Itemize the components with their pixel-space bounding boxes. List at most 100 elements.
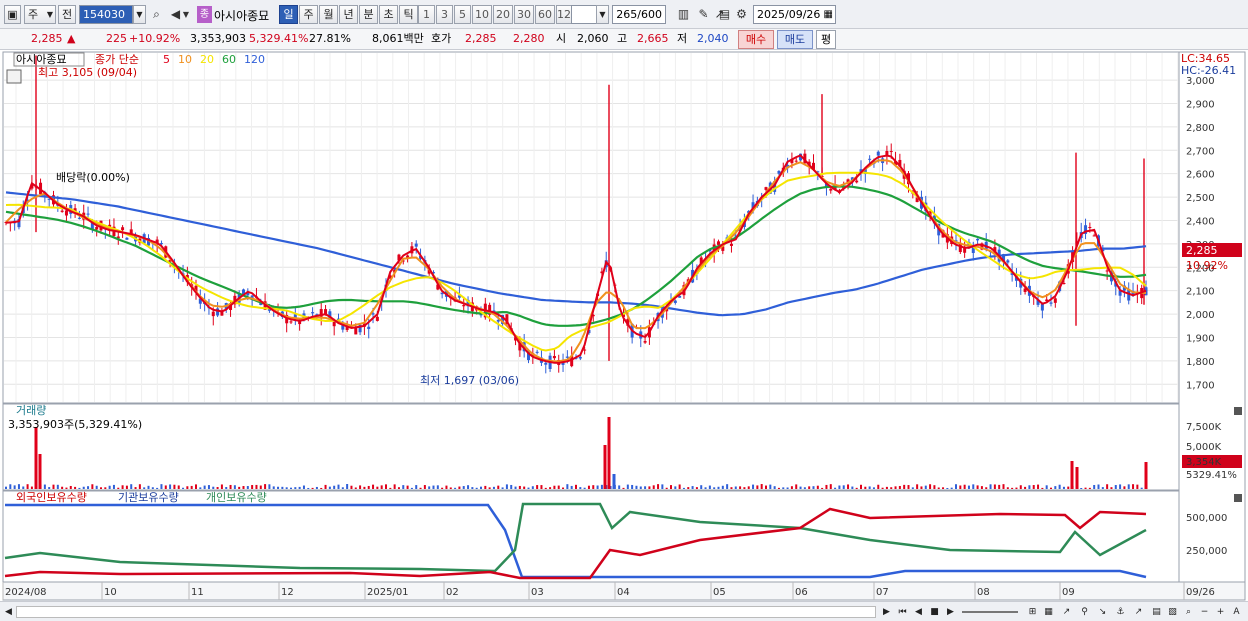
volume-bar: [937, 487, 940, 489]
period-button[interactable]: 월: [319, 5, 338, 24]
last-pct-tag: 10.92%: [1186, 259, 1228, 272]
volume-bar: [972, 484, 975, 489]
period-button[interactable]: 분: [359, 5, 378, 24]
shape-icon[interactable]: ▤: [1150, 605, 1163, 619]
tool-icon[interactable]: ✎: [695, 5, 712, 24]
first-icon[interactable]: ⏮: [896, 605, 909, 619]
line-tool-icon[interactable]: ↗: [1060, 605, 1073, 619]
trend-icon[interactable]: ↘: [1096, 605, 1109, 619]
buy-button[interactable]: 매수: [738, 30, 774, 49]
scroll-track[interactable]: [16, 606, 876, 618]
x-tick-label: 08: [977, 587, 990, 598]
x-tick-label: 12: [281, 587, 294, 598]
count-input[interactable]: 265/600: [612, 5, 666, 24]
chart-settings-icon[interactable]: [6, 69, 22, 84]
volume-bar: [579, 487, 582, 489]
candle-body: [535, 351, 539, 353]
period-button[interactable]: 주: [299, 5, 318, 24]
volume-bar: [61, 486, 64, 489]
volume-bar: [786, 487, 789, 489]
stop-icon[interactable]: ■: [928, 605, 941, 619]
volume-bar: [56, 484, 59, 489]
period-button[interactable]: 틱: [399, 5, 418, 24]
period-button[interactable]: 일: [279, 5, 298, 24]
zoom-out-icon[interactable]: −: [1198, 605, 1211, 619]
volume-bar: [17, 484, 20, 489]
avg-button[interactable]: 평: [816, 30, 836, 49]
period-button[interactable]: 초: [379, 5, 398, 24]
volume-bar: [108, 485, 111, 489]
volume-bar: [130, 484, 133, 489]
volume-bar: [911, 487, 914, 489]
text-tool-icon[interactable]: ⚓: [1114, 605, 1127, 619]
next-icon[interactable]: ▶: [944, 605, 957, 619]
period-button[interactable]: 년: [339, 5, 358, 24]
volume-bar: [648, 486, 651, 489]
save-icon[interactable]: ▤: [716, 5, 733, 24]
candle-body: [289, 321, 293, 323]
prev-icon[interactable]: ◀: [912, 605, 925, 619]
volume-bar: [596, 485, 599, 489]
market-select[interactable]: 주 ▼: [24, 5, 56, 24]
volume-bar: [782, 487, 785, 489]
volume-bar: [164, 485, 167, 489]
font-size-icon[interactable]: A: [1230, 605, 1243, 619]
holding-panel-close-icon[interactable]: [1234, 494, 1242, 502]
x-tick-label: 09/26: [1186, 587, 1215, 598]
volume-bar: [993, 484, 996, 489]
window-menu-icon[interactable]: ▣: [4, 5, 21, 24]
eraser-icon[interactable]: ▧: [1166, 605, 1179, 619]
change-arrow-icon: ▲: [67, 32, 76, 45]
interval-button[interactable]: 60: [535, 5, 555, 24]
sell-button[interactable]: 매도: [777, 30, 813, 49]
fib-icon[interactable]: ⚲: [1078, 605, 1091, 619]
candle-body: [1006, 260, 1010, 263]
stock-code-input[interactable]: 154030: [79, 5, 133, 24]
zoom-search-icon[interactable]: ⌕: [1182, 605, 1195, 619]
interval-button[interactable]: 30: [514, 5, 534, 24]
volume-panel-close-icon[interactable]: [1234, 407, 1242, 415]
settings-icon[interactable]: ⚙: [733, 5, 750, 24]
volume-bar: [397, 487, 400, 489]
chart-scrollbar[interactable]: ◀ ▶ ⏮ ◀ ■ ▶ ⊞ ▦ ↗ ⚲ ↘ ⚓ ↗ ▤ ▧ ⌕ − + A: [0, 601, 1248, 621]
interval-button[interactable]: 1: [418, 5, 435, 24]
search-icon[interactable]: ⌕: [148, 5, 165, 24]
volume-bar: [894, 486, 897, 489]
interval-button[interactable]: 5: [454, 5, 471, 24]
stock-chart[interactable]: 3,0002,9002,8002,7002,6002,5002,4002,300…: [0, 50, 1248, 621]
chart-type-icon[interactable]: ▥: [675, 5, 692, 24]
candle-body: [729, 243, 733, 246]
interval-button[interactable]: 10: [472, 5, 492, 24]
arrow-tool-icon[interactable]: ↗: [1132, 605, 1145, 619]
candle-body: [95, 227, 99, 230]
prev-button[interactable]: 전: [58, 5, 76, 24]
code-dropdown-button[interactable]: ▼: [133, 5, 146, 24]
zoom-in-icon[interactable]: +: [1214, 605, 1227, 619]
calendar-icon[interactable]: ▦: [824, 6, 833, 23]
grid-icon[interactable]: ▦: [1042, 605, 1055, 619]
candle-body: [1053, 298, 1057, 303]
zoom-slider[interactable]: [962, 611, 1018, 613]
price-tick: 2,000: [1186, 310, 1215, 321]
volume-bar: [43, 484, 46, 489]
volume-bar: [207, 485, 210, 489]
volume-bar: [462, 486, 465, 489]
volume-bar: [955, 484, 957, 489]
volume-bar: [795, 484, 798, 489]
volume-bar: [419, 487, 422, 489]
volume-bar: [151, 487, 154, 489]
volume-bar: [700, 485, 703, 489]
scroll-right-icon[interactable]: ▶: [880, 605, 893, 619]
crosshair-icon[interactable]: ⊞: [1026, 605, 1039, 619]
interval-button[interactable]: 3: [436, 5, 453, 24]
volume-bar: [549, 487, 552, 489]
date-input[interactable]: 2025/09/26 ▦: [753, 5, 836, 24]
candle-body: [354, 327, 358, 335]
scroll-left-icon[interactable]: ◀: [2, 605, 15, 619]
interval-button[interactable]: 20: [493, 5, 513, 24]
volume-bar: [1041, 487, 1044, 489]
volume-bar: [505, 484, 508, 489]
interval-dropdown-button[interactable]: ▼: [596, 5, 609, 24]
volume-bar: [311, 487, 314, 489]
speaker-dropdown-icon[interactable]: ▼: [181, 5, 191, 24]
